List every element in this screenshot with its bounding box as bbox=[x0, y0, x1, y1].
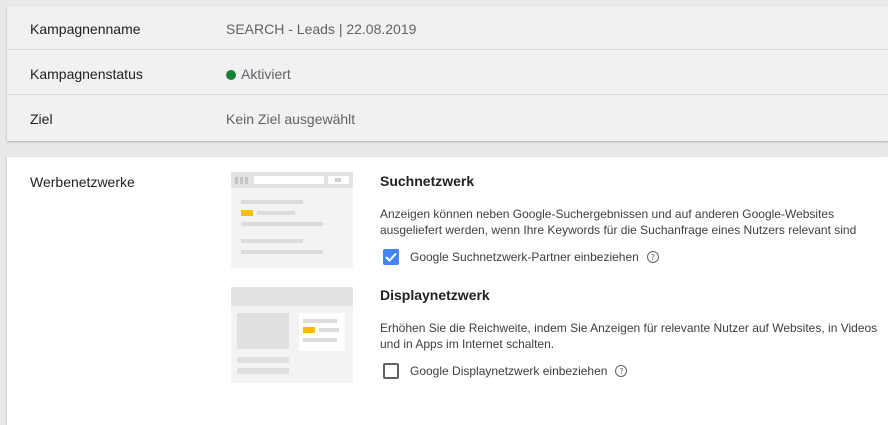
goal-row[interactable]: Ziel Kein Ziel ausgewählt bbox=[7, 96, 888, 140]
display-network-block: Displaynetzwerk Erhöhen Sie die Reichwei… bbox=[380, 287, 880, 381]
goal-value: Kein Ziel ausgewählt bbox=[226, 111, 356, 127]
campaign-name-row[interactable]: Kampagnenname SEARCH - Leads | 22.08.201… bbox=[7, 6, 888, 50]
display-network-checkbox[interactable] bbox=[383, 363, 399, 379]
campaign-status-text: Aktiviert bbox=[241, 66, 291, 82]
display-network-option: Google Displaynetzwerk einbeziehen ? bbox=[380, 361, 880, 381]
search-network-title: Suchnetzwerk bbox=[380, 173, 475, 189]
campaign-status-row[interactable]: Kampagnenstatus Aktiviert bbox=[7, 51, 888, 95]
campaign-name-value: SEARCH - Leads | 22.08.2019 bbox=[226, 21, 417, 37]
question-circle-icon[interactable]: ? bbox=[646, 251, 659, 263]
display-network-illustration bbox=[231, 287, 353, 383]
search-network-block: Suchnetzwerk Anzeigen können neben Googl… bbox=[380, 173, 880, 267]
question-circle-icon[interactable]: ? bbox=[615, 365, 628, 377]
display-network-description: Erhöhen Sie die Reichweite, indem Sie An… bbox=[380, 321, 878, 351]
search-partners-checkbox[interactable] bbox=[383, 249, 399, 265]
display-network-label[interactable]: Google Displaynetzwerk einbeziehen bbox=[410, 364, 607, 378]
search-network-illustration bbox=[231, 172, 353, 268]
display-network-title: Displaynetzwerk bbox=[380, 287, 490, 303]
goal-label: Ziel bbox=[30, 111, 53, 127]
campaign-name-label: Kampagnenname bbox=[30, 21, 141, 37]
networks-label: Werbenetzwerke bbox=[30, 174, 135, 190]
campaign-status-value: Aktiviert bbox=[226, 66, 291, 82]
search-partners-label[interactable]: Google Suchnetzwerk-Partner einbeziehen bbox=[410, 250, 639, 264]
search-partners-option: Google Suchnetzwerk-Partner einbeziehen … bbox=[380, 247, 880, 267]
campaign-summary-card: Kampagnenname SEARCH - Leads | 22.08.201… bbox=[7, 6, 888, 141]
status-dot-icon bbox=[226, 70, 236, 80]
campaign-status-label: Kampagnenstatus bbox=[30, 66, 143, 82]
networks-section: Werbenetzwerke Suchnetzwerk Anzeigen kön… bbox=[7, 157, 888, 425]
search-network-description: Anzeigen können neben Google-Suchergebni… bbox=[380, 207, 857, 237]
checkmark-icon bbox=[385, 252, 397, 262]
